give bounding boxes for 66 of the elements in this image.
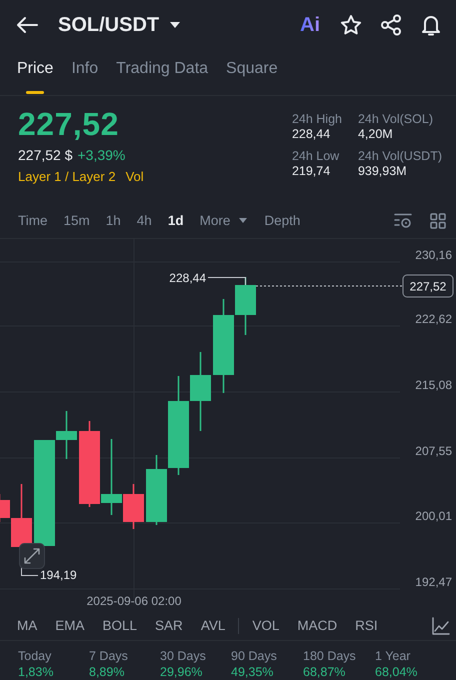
last-price: 227,52 bbox=[18, 106, 120, 143]
indicator-tab[interactable]: MACD bbox=[288, 614, 346, 637]
stat-value: 219,74 bbox=[292, 164, 332, 178]
indicator-tab[interactable]: MA bbox=[8, 614, 46, 637]
usd-price: 227,52 $ bbox=[18, 147, 72, 163]
indicator-tab[interactable]: RSI bbox=[346, 614, 387, 637]
period-label: 7 Days bbox=[89, 649, 129, 663]
tab[interactable]: Info bbox=[62, 50, 108, 95]
more-dropdown[interactable]: More bbox=[192, 209, 256, 232]
stat-value: 4,20M bbox=[358, 127, 394, 141]
interval-tab[interactable]: 1h bbox=[98, 209, 129, 232]
axis-label: 192,47 bbox=[415, 575, 452, 589]
interval-tab[interactable]: 15m bbox=[56, 209, 98, 232]
indicator-tab[interactable]: AVL bbox=[192, 614, 234, 637]
grid-icon[interactable] bbox=[430, 212, 446, 228]
period-label: 180 Days bbox=[303, 649, 357, 663]
interval-tab[interactable]: 1d bbox=[160, 209, 192, 232]
tab[interactable]: Square bbox=[217, 50, 287, 95]
category-tag[interactable]: Vol bbox=[126, 169, 144, 184]
leader-line bbox=[208, 277, 246, 286]
stat-label: 24h Low bbox=[292, 149, 340, 163]
bell-icon[interactable] bbox=[420, 14, 442, 36]
stat-value: 228,44 bbox=[292, 127, 332, 141]
tab[interactable]: Price bbox=[8, 50, 62, 95]
caret-icon bbox=[238, 217, 248, 224]
low-price-marker: 194,19 bbox=[40, 568, 77, 582]
stat-label: 24h High bbox=[292, 112, 343, 126]
stat-label: 24h Vol(SOL) bbox=[358, 112, 434, 126]
current-price-label: 227,52 bbox=[402, 274, 454, 298]
interval-tab[interactable]: Time bbox=[10, 209, 56, 232]
back-icon[interactable] bbox=[16, 16, 38, 34]
tab[interactable]: Trading Data bbox=[107, 50, 218, 95]
time-axis-label: 2025-09-06 02:00 bbox=[86, 594, 182, 608]
period-change: 68,87% bbox=[303, 665, 346, 679]
axis-label: 230,16 bbox=[415, 248, 452, 262]
period-change: 1,83% bbox=[18, 665, 54, 679]
period-change: 29,96% bbox=[160, 665, 204, 679]
pair-title[interactable]: SOL/USDT bbox=[58, 14, 160, 36]
star-icon[interactable] bbox=[340, 14, 362, 36]
candle bbox=[146, 455, 167, 525]
stat-value: 939,93M bbox=[358, 164, 408, 178]
category-tag[interactable]: Layer 1 / Layer 2 bbox=[18, 169, 116, 184]
period-change: 68,04% bbox=[375, 665, 418, 679]
interval-tab[interactable]: 4h bbox=[128, 209, 160, 232]
period-label: 1 Year bbox=[375, 649, 412, 663]
period-label: 30 Days bbox=[160, 649, 207, 663]
share-icon[interactable] bbox=[380, 14, 402, 36]
period-label: Today bbox=[18, 649, 52, 663]
expand-icon[interactable] bbox=[19, 543, 45, 569]
axis-label: 222,62 bbox=[415, 312, 452, 326]
indicator-tab[interactable]: EMA bbox=[46, 614, 94, 637]
period-label: 90 Days bbox=[231, 649, 278, 663]
stat-label: 24h Vol(USDT) bbox=[358, 149, 442, 163]
period-change: 49,35% bbox=[231, 665, 274, 679]
period-change: 8,89% bbox=[89, 665, 126, 679]
indicator-tab[interactable]: SAR bbox=[146, 614, 192, 637]
chart-settings-icon[interactable] bbox=[394, 212, 412, 228]
axis-label: 215,08 bbox=[415, 378, 452, 392]
axis-label: 200,01 bbox=[415, 509, 452, 523]
indicator-tab[interactable]: BOLL bbox=[94, 614, 146, 637]
caret-icon[interactable] bbox=[169, 21, 182, 29]
high-price-marker: 228,44 bbox=[169, 271, 206, 285]
axis-label: 207,55 bbox=[415, 444, 452, 458]
depth-tab[interactable]: Depth bbox=[256, 209, 308, 232]
price-change: +3,39% bbox=[78, 147, 126, 163]
line-chart-icon[interactable] bbox=[432, 616, 450, 634]
